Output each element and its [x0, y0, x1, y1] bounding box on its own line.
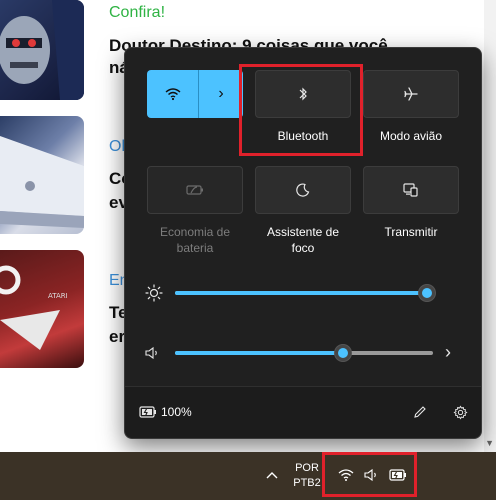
article-tag[interactable]: Confira! — [109, 4, 165, 22]
input-language-indicator[interactable]: POR PTB2 — [292, 461, 322, 491]
speaker-icon — [363, 466, 381, 484]
article-tag[interactable]: Ol — [109, 138, 125, 156]
page-scrollbar[interactable]: ▼ — [484, 0, 496, 452]
speaker-icon — [145, 346, 157, 360]
volume-slider-row: › — [145, 341, 463, 365]
article-title-line2[interactable]: er — [109, 326, 125, 348]
battery-saver-label-line2: bateria — [176, 241, 214, 255]
cast-label: Transmitir — [384, 225, 438, 239]
wifi-icon — [337, 466, 355, 484]
bluetooth-highlight-box — [239, 64, 363, 156]
battery-percentage[interactable]: 100% — [161, 405, 192, 419]
battery-saver-icon — [186, 185, 203, 195]
wifi-icon — [165, 88, 180, 101]
show-hidden-icons-chevron-up-icon[interactable] — [262, 466, 282, 486]
language-line2: PTB2 — [293, 477, 321, 489]
wifi-tile: › — [147, 70, 243, 118]
battery-saver-label: Economia de bateria — [141, 224, 249, 256]
article-thumbnail[interactable]: ATARI — [0, 250, 84, 368]
gear-icon — [452, 404, 468, 420]
airplane-mode-label: Modo avião — [379, 129, 443, 143]
volume-slider-fill — [175, 351, 343, 355]
moon-icon — [296, 183, 310, 197]
focus-assist-label-line1: Assistente de — [266, 225, 340, 239]
airplane-mode-toggle-button[interactable] — [363, 70, 459, 118]
brightness-slider-thumb[interactable] — [419, 285, 435, 301]
battery-saver-toggle-button[interactable] — [147, 166, 243, 214]
scroll-down-arrow-icon[interactable]: ▼ — [485, 438, 494, 448]
quick-settings-footer: 100% — [125, 386, 481, 438]
article-thumbnail[interactable] — [0, 0, 84, 100]
wifi-toggle-button[interactable] — [147, 70, 199, 118]
focus-assist-label-line2: foco — [291, 241, 315, 255]
audio-output-chevron-right-icon[interactable]: › — [445, 343, 451, 361]
quick-settings-panel: › Bluetooth Modo avião Economia de bater… — [124, 47, 482, 439]
wifi-expand-button[interactable]: › — [199, 70, 243, 118]
volume-slider-thumb[interactable] — [334, 345, 351, 361]
system-tray-quick-settings-button[interactable] — [322, 452, 417, 497]
edit-quick-settings-button[interactable] — [411, 403, 429, 421]
article-thumbnail[interactable] — [0, 116, 84, 234]
pencil-icon — [414, 406, 426, 418]
focus-assist-toggle-button[interactable] — [255, 166, 351, 214]
battery-saver-label-line1: Economia de — [159, 225, 231, 239]
cast-icon — [403, 183, 418, 197]
settings-button[interactable] — [451, 403, 469, 421]
quick-settings-tiles: › Bluetooth Modo avião Economia de bater… — [125, 48, 481, 361]
svg-text:ATARI: ATARI — [48, 292, 68, 300]
airplane-icon — [404, 87, 418, 101]
focus-assist-label: Assistente de foco — [249, 224, 357, 256]
cast-toggle-button[interactable] — [363, 166, 459, 214]
language-line1: POR — [295, 462, 319, 474]
brightness-slider-row — [145, 281, 463, 305]
sun-icon — [145, 284, 163, 302]
chevron-right-icon: › — [218, 85, 224, 102]
brightness-slider-fill — [175, 291, 427, 295]
taskbar: POR PTB2 — [0, 452, 496, 500]
battery-charging-icon — [139, 406, 156, 418]
battery-charging-icon — [389, 466, 407, 484]
